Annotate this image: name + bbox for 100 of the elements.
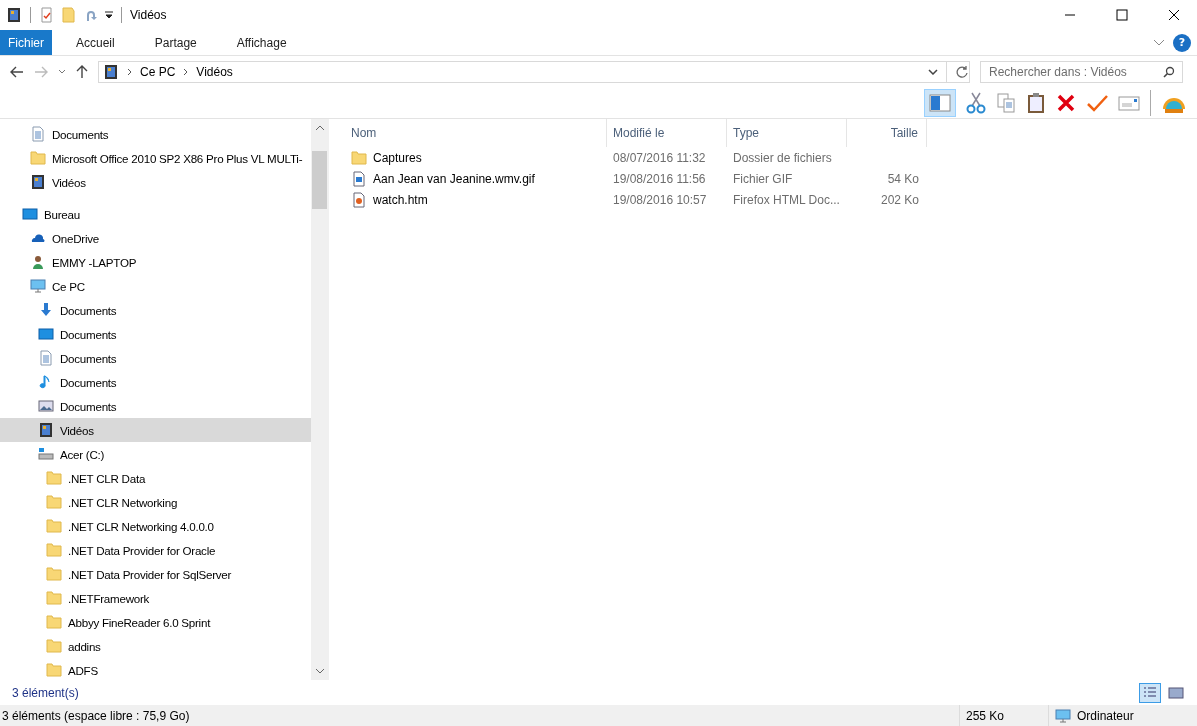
table-cell: Dossier de fichiers <box>733 150 832 165</box>
scissors-icon[interactable] <box>966 92 986 114</box>
folder-icon <box>46 662 62 678</box>
chevron-down-icon[interactable] <box>928 69 938 75</box>
computer-icon <box>1055 707 1071 724</box>
tree-item[interactable]: addins <box>0 634 311 658</box>
picture-icon <box>1168 685 1184 700</box>
folder-icon <box>46 542 62 558</box>
status-location: Ordinateur <box>1077 708 1135 723</box>
file-name[interactable]: Aan Jean van Jeanine.wmv.gif <box>373 171 535 186</box>
back-arrow-icon[interactable] <box>10 66 24 78</box>
folder-icon <box>46 566 62 582</box>
folder-icon <box>30 150 46 166</box>
tree-item[interactable]: Documents <box>0 346 311 370</box>
scrollbar[interactable] <box>311 119 328 680</box>
search-icon <box>1163 66 1175 78</box>
folder-icon <box>46 638 62 654</box>
tree-item[interactable]: ADFS <box>0 658 311 680</box>
down-arrow-icon <box>38 302 54 318</box>
tree-item[interactable]: .NETFramework <box>0 586 311 610</box>
film-icon <box>103 64 119 80</box>
tree-item[interactable]: Bureau <box>0 202 311 226</box>
address-bar[interactable]: Ce PC Vidéos <box>98 61 970 83</box>
properties-icon[interactable] <box>39 7 55 23</box>
tree-item[interactable]: Documents <box>0 370 311 394</box>
document-icon <box>38 350 54 366</box>
computer-icon <box>30 278 46 294</box>
table-cell: 54 Ko <box>887 171 919 186</box>
details-view-button[interactable] <box>1139 682 1161 703</box>
table-cell: Firefox HTML Doc... <box>733 192 840 207</box>
tree-item[interactable]: Ce PC <box>0 274 311 298</box>
tree-item[interactable]: Documents <box>0 322 311 346</box>
document-icon <box>30 126 46 142</box>
browser-file-icon <box>351 191 367 208</box>
tree-item[interactable]: .NET Data Provider for SqlServer <box>0 562 311 586</box>
picture-icon <box>38 398 54 414</box>
tree-item[interactable]: Abbyy FineReader 6.0 Sprint <box>0 610 311 634</box>
search-field[interactable]: Rechercher dans : Vidéos <box>980 61 1183 83</box>
tree-item[interactable]: .NET CLR Networking <box>0 490 311 514</box>
pane-icon <box>929 93 951 113</box>
tree-item[interactable]: Vidéos <box>0 418 311 442</box>
user-icon <box>30 254 46 270</box>
image-file-icon <box>351 170 367 187</box>
chevron-right-icon[interactable] <box>183 68 189 76</box>
desktop-icon <box>38 326 54 342</box>
chevron-right-icon[interactable] <box>127 68 132 76</box>
status-size: 255 Ko <box>966 708 1006 723</box>
column-header[interactable]: Modifié le <box>607 119 727 147</box>
folder-icon <box>46 590 62 606</box>
tree-item[interactable]: EMMY -LAPTOP <box>0 250 311 274</box>
drive-icon <box>38 446 54 462</box>
status-text: 3 éléments (espace libre : 75,9 Go) <box>2 708 190 723</box>
clipboard-icon[interactable] <box>1026 92 1046 114</box>
ribbon-tab[interactable]: Affichage <box>220 30 303 55</box>
scroll-up-icon[interactable] <box>314 125 325 131</box>
scrollbar-thumb[interactable] <box>312 151 327 209</box>
tree-item[interactable]: Acer (C:) <box>0 442 311 466</box>
folder-icon <box>46 470 62 486</box>
table-cell: 19/08/2016 11:56 <box>613 171 706 186</box>
tree-item[interactable]: Documents <box>0 298 311 322</box>
up-arrow-icon[interactable] <box>76 65 88 79</box>
ribbon-tab[interactable]: Partage <box>138 30 213 55</box>
ribbon-tab[interactable]: Accueil <box>60 30 131 55</box>
file-name[interactable]: Captures <box>373 150 422 165</box>
tree-item[interactable]: .NET CLR Data <box>0 466 311 490</box>
table-cell: 19/08/2016 10:57 <box>613 192 707 207</box>
tree-item[interactable]: .NET CLR Networking 4.0.0.0 <box>0 514 311 538</box>
copy-icon[interactable] <box>996 92 1016 114</box>
tree-item[interactable]: Vidéos <box>0 170 311 194</box>
folder-icon <box>46 518 62 534</box>
desktop-icon <box>22 206 38 222</box>
tree-item[interactable]: .NET Data Provider for Oracle <box>0 538 311 562</box>
window-title: Vidéos <box>130 8 167 22</box>
refresh-icon[interactable] <box>955 65 969 79</box>
file-name[interactable]: watch.htm <box>373 192 428 207</box>
ribbon-tab[interactable]: Fichier <box>0 30 52 55</box>
folder-icon <box>46 494 62 510</box>
breadcrumb[interactable]: Ce PC <box>140 65 176 79</box>
folder-icon <box>351 149 367 166</box>
column-header[interactable]: Taille <box>847 119 927 147</box>
film-icon <box>30 174 46 190</box>
delete-x-icon[interactable] <box>1056 92 1076 114</box>
table-cell: Fichier GIF <box>733 171 793 186</box>
folder-icon <box>46 614 62 630</box>
preview-pane-button[interactable] <box>924 89 956 117</box>
tree-item[interactable]: Documents <box>0 122 311 146</box>
item-count: 3 élément(s) <box>12 685 79 700</box>
film-icon <box>38 422 54 438</box>
tree-item[interactable]: OneDrive <box>0 226 311 250</box>
breadcrumb[interactable]: Vidéos <box>196 65 233 79</box>
tree-item[interactable]: Documents <box>0 394 311 418</box>
chevron-down-icon[interactable] <box>58 69 66 75</box>
help-button[interactable]: ? <box>1173 33 1191 52</box>
tree-item[interactable]: Microsoft Office 2010 SP2 X86 Pro Plus VL MULTi- <box>0 146 311 170</box>
column-header[interactable]: Nom <box>345 119 607 147</box>
column-header[interactable]: Type <box>727 119 847 147</box>
table-cell: 202 Ko <box>880 192 919 207</box>
scroll-down-icon[interactable] <box>314 668 325 674</box>
details-list-icon <box>1142 685 1158 700</box>
dropdown-icon[interactable] <box>105 11 113 19</box>
